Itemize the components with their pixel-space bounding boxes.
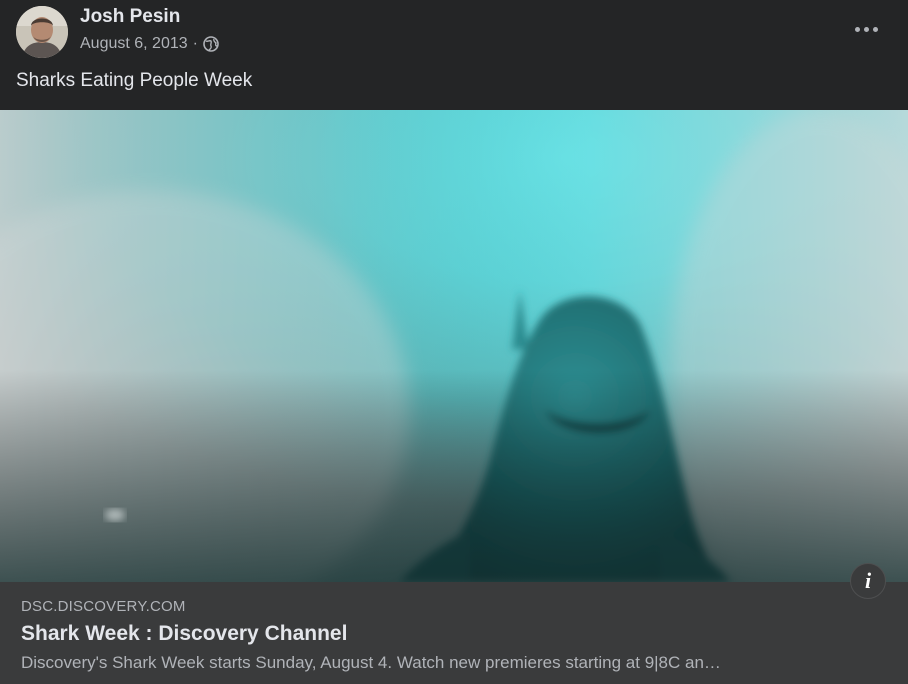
more-dot bbox=[863, 26, 869, 32]
author-name[interactable]: Josh Pesin bbox=[80, 6, 180, 28]
more-dot bbox=[872, 26, 878, 32]
link-description: Discovery's Shark Week starts Sunday, Au… bbox=[21, 653, 721, 672]
post-meta: August 6, 2013 · bbox=[80, 34, 219, 54]
link-preview-image[interactable] bbox=[0, 110, 908, 582]
post-date[interactable]: August 6, 2013 bbox=[80, 35, 188, 53]
author-avatar[interactable] bbox=[16, 6, 68, 58]
info-icon[interactable]: i bbox=[850, 563, 886, 599]
globe-icon[interactable] bbox=[203, 36, 219, 52]
shark-underwater-image bbox=[0, 110, 908, 582]
facebook-post: Josh Pesin August 6, 2013 · Sharks Eatin… bbox=[0, 0, 908, 684]
link-domain: DSC.DISCOVERY.COM bbox=[21, 598, 186, 615]
more-options-icon[interactable] bbox=[846, 16, 886, 42]
link-preview-card[interactable]: DSC.DISCOVERY.COM Shark Week : Discovery… bbox=[0, 582, 908, 684]
more-dot bbox=[854, 26, 860, 32]
post-text: Sharks Eating People Week bbox=[16, 70, 253, 91]
link-title[interactable]: Shark Week : Discovery Channel bbox=[21, 622, 347, 646]
meta-separator: · bbox=[192, 35, 198, 52]
